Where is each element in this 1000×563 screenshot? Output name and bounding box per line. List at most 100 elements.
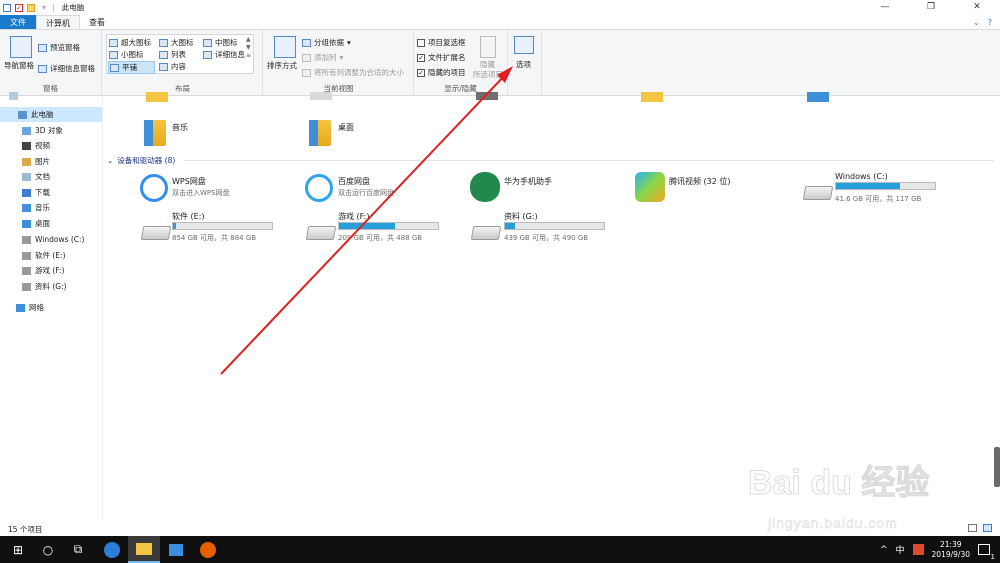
hidden-items-box[interactable]: ✓: [417, 68, 425, 77]
task-view-button[interactable]: ⧉: [62, 536, 94, 563]
close-button[interactable]: ✕: [954, 0, 1000, 15]
layout-extra-large[interactable]: 超大图标: [109, 37, 151, 48]
folder-icon[interactable]: [27, 3, 35, 12]
options-icon[interactable]: [514, 36, 534, 54]
nav-item-pictures[interactable]: 图片: [0, 154, 102, 169]
details-view-icon[interactable]: [968, 524, 977, 532]
nav-item-network[interactable]: 网络: [0, 300, 102, 315]
app-wps-name[interactable]: WPS网盘: [172, 176, 206, 187]
minimize-button[interactable]: —: [862, 0, 908, 15]
nav-pane-button[interactable]: 导航窗格: [4, 60, 34, 71]
layout-extra-large-label: 超大图标: [121, 38, 151, 47]
desktop-folder-icon[interactable]: [309, 120, 331, 146]
nav-pane-icon[interactable]: [10, 36, 32, 58]
nav-item-documents[interactable]: 文档: [0, 169, 102, 184]
layout-list[interactable]: 列表: [159, 49, 186, 60]
layout-content[interactable]: 内容: [159, 61, 186, 72]
drive-c-name[interactable]: Windows (C:): [835, 172, 888, 181]
folder-desktop-label[interactable]: 桌面: [338, 122, 354, 133]
file-ext-box[interactable]: ✓: [417, 53, 425, 62]
folder-icon[interactable]: [146, 92, 168, 102]
layout-tiles[interactable]: 平铺: [108, 61, 155, 74]
start-button[interactable]: ⊞: [2, 536, 34, 563]
huawei-assistant-icon[interactable]: [470, 172, 500, 202]
layout-small[interactable]: 小图标: [109, 49, 144, 60]
nav-item-downloads[interactable]: 下载: [0, 185, 102, 200]
nav-item-desktop[interactable]: 桌面: [0, 216, 102, 231]
details-pane-button[interactable]: 详细信息窗格: [38, 63, 95, 74]
options-button[interactable]: 选项: [516, 59, 531, 70]
taskbar-app-browser[interactable]: [96, 536, 128, 563]
group-by-button[interactable]: 分组依据 ▾: [302, 37, 351, 48]
windows-logo-icon: ⊞: [12, 542, 24, 557]
gallery-scroll[interactable]: ▲ ▼ ≡: [246, 36, 251, 60]
nav-item-drive-g[interactable]: 资料 (G:): [0, 279, 102, 294]
tab-file[interactable]: 文件: [0, 15, 36, 29]
app-baidu-name[interactable]: 百度网盘: [338, 176, 370, 187]
layout-medium[interactable]: 中图标: [203, 37, 238, 48]
file-ext-toggle[interactable]: ✓ 文件扩展名: [417, 52, 466, 63]
dropdown-icon[interactable]: ▾: [42, 3, 46, 12]
nav-item-videos[interactable]: 视频: [0, 138, 102, 153]
drive-e-icon[interactable]: [140, 226, 172, 240]
chevron-up-icon[interactable]: ^: [880, 545, 888, 555]
chevron-down-icon[interactable]: ⌄: [973, 15, 980, 30]
hidden-items-toggle[interactable]: ✓ 隐藏的项目: [417, 67, 466, 78]
taskbar-app-huawei[interactable]: [160, 536, 192, 563]
browser-icon: [104, 541, 120, 558]
wps-cloud-icon[interactable]: [140, 174, 168, 202]
drive-f-name[interactable]: 游戏 (F:): [338, 211, 369, 222]
sort-icon[interactable]: [274, 36, 296, 58]
maximize-button[interactable]: ❐: [908, 0, 954, 15]
fit-columns-button[interactable]: 将所有列调整为合适的大小: [302, 67, 404, 78]
folder-music-label[interactable]: 音乐: [172, 122, 188, 133]
add-column-button[interactable]: 添加列 ▾: [302, 52, 343, 63]
folder-icon[interactable]: [641, 92, 663, 102]
clock[interactable]: 21:39 2019/9/30: [932, 540, 970, 560]
current-view-group: 排序方式 分组依据 ▾ 添加列 ▾ 将所有列调整为合适的大小 当前视图: [264, 30, 414, 96]
notification-center-button[interactable]: 1: [978, 544, 995, 561]
ime-indicator[interactable]: 中: [896, 543, 905, 556]
scrollbar-thumb[interactable]: [994, 447, 1000, 487]
taskbar-app-firefox[interactable]: [192, 536, 224, 563]
layout-details[interactable]: 详细信息: [203, 49, 245, 60]
item-checkbox-box[interactable]: [417, 38, 425, 47]
baidu-netdisk-icon[interactable]: [305, 174, 333, 202]
music-folder-icon[interactable]: [144, 120, 166, 146]
tencent-video-icon[interactable]: [635, 172, 665, 202]
layout-large[interactable]: 大图标: [159, 37, 194, 48]
drive-g-icon[interactable]: [470, 226, 502, 240]
sort-button[interactable]: 排序方式: [267, 60, 297, 71]
properties-icon[interactable]: ✓: [15, 3, 23, 12]
tab-computer[interactable]: 计算机: [36, 15, 80, 29]
app-huawei-name[interactable]: 华为手机助手: [504, 176, 552, 187]
nav-item-3d-objects[interactable]: 3D 对象: [0, 123, 102, 138]
drive-g-name[interactable]: 资料 (G:): [504, 211, 538, 222]
nav-item-this-pc[interactable]: 此电脑: [0, 107, 102, 122]
search-button[interactable]: ○: [32, 536, 64, 563]
devices-section-header[interactable]: ⌄ 设备和驱动器 (8): [107, 155, 175, 166]
drive-f-icon[interactable]: [305, 226, 337, 240]
nav-item-drive-f[interactable]: 游戏 (F:): [0, 263, 102, 278]
nav-item-drive-e[interactable]: 软件 (E:): [0, 248, 102, 263]
drive-g-usage-fill: [505, 223, 515, 229]
tab-view[interactable]: 查看: [80, 15, 114, 29]
item-checkbox-toggle[interactable]: 项目复选框: [417, 37, 466, 48]
app-tencent-name[interactable]: 腾讯视频 (32 位): [669, 176, 731, 187]
sogou-ime-icon[interactable]: [912, 544, 924, 555]
large-icons-view-icon[interactable]: [983, 524, 992, 532]
drive-e-name[interactable]: 软件 (E:): [172, 211, 205, 222]
folder-icon[interactable]: [476, 92, 498, 100]
add-column-icon: [302, 53, 311, 62]
preview-pane-button[interactable]: 预览窗格: [38, 42, 80, 53]
folder-icon[interactable]: [310, 92, 332, 100]
taskbar-app-explorer[interactable]: [128, 536, 160, 563]
nav-item-music[interactable]: 音乐: [0, 200, 102, 215]
windows-drive-icon[interactable]: [802, 186, 834, 200]
nav-item-label: 下载: [35, 188, 50, 197]
help-icon[interactable]: ?: [988, 15, 992, 30]
nav-item-drive-c[interactable]: Windows (C:): [0, 232, 102, 247]
folder-icon[interactable]: [807, 92, 829, 102]
nav-item-quick-access[interactable]: [0, 88, 102, 103]
computer-icon[interactable]: [3, 3, 11, 12]
